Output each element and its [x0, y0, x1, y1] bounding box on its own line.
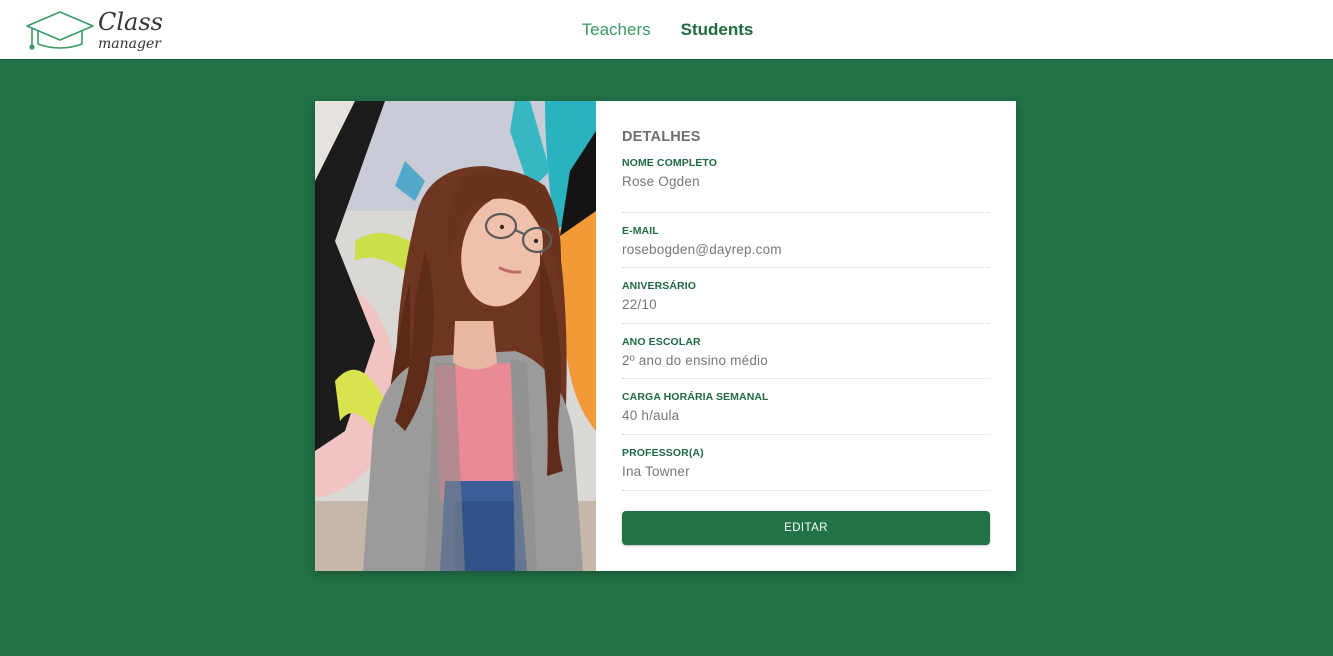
student-detail-card: DETALHES NOME COMPLETO Rose Ogden E-MAIL… [315, 101, 1016, 571]
details-heading: DETALHES [622, 129, 701, 145]
field-value: 40 h/aula [622, 408, 680, 424]
field-label: NOME COMPLETO [622, 157, 718, 169]
field-value: Ina Towner [622, 463, 690, 479]
field-school-year: ANO ESCOLAR 2º ano do ensino médio [622, 324, 990, 380]
student-photo [315, 101, 596, 571]
field-label: ANO ESCOLAR [622, 335, 701, 348]
nav-students-link[interactable]: Students [681, 20, 754, 40]
field-value: Rose Ogden [622, 174, 700, 189]
field-birthday: ANIVERSÁRIO 22/10 [622, 268, 990, 324]
field-value: 2º ano do ensino médio [622, 352, 768, 368]
field-label: E-MAIL [622, 224, 659, 237]
field-full-name: NOME COMPLETO Rose Ogden [622, 157, 990, 213]
edit-button[interactable]: EDITAR [622, 511, 990, 545]
field-label: CARGA HORÁRIA SEMANAL [622, 391, 769, 404]
field-teacher: PROFESSOR(A) Ina Towner [622, 435, 990, 491]
field-label: ANIVERSÁRIO [622, 280, 697, 293]
field-label: PROFESSOR(A) [622, 446, 704, 459]
details-panel: DETALHES NOME COMPLETO Rose Ogden E-MAIL… [596, 101, 1016, 571]
field-email: E-MAIL rosebogden@dayrep.com [622, 213, 990, 269]
main-nav: Teachers Students [0, 0, 1333, 60]
field-value: 22/10 [622, 297, 657, 313]
field-value: rosebogden@dayrep.com [622, 241, 782, 257]
field-weekly-hours: CARGA HORÁRIA SEMANAL 40 h/aula [622, 379, 990, 435]
nav-teachers-link[interactable]: Teachers [582, 20, 651, 40]
top-navbar: Class manager Teachers Students [0, 0, 1333, 60]
